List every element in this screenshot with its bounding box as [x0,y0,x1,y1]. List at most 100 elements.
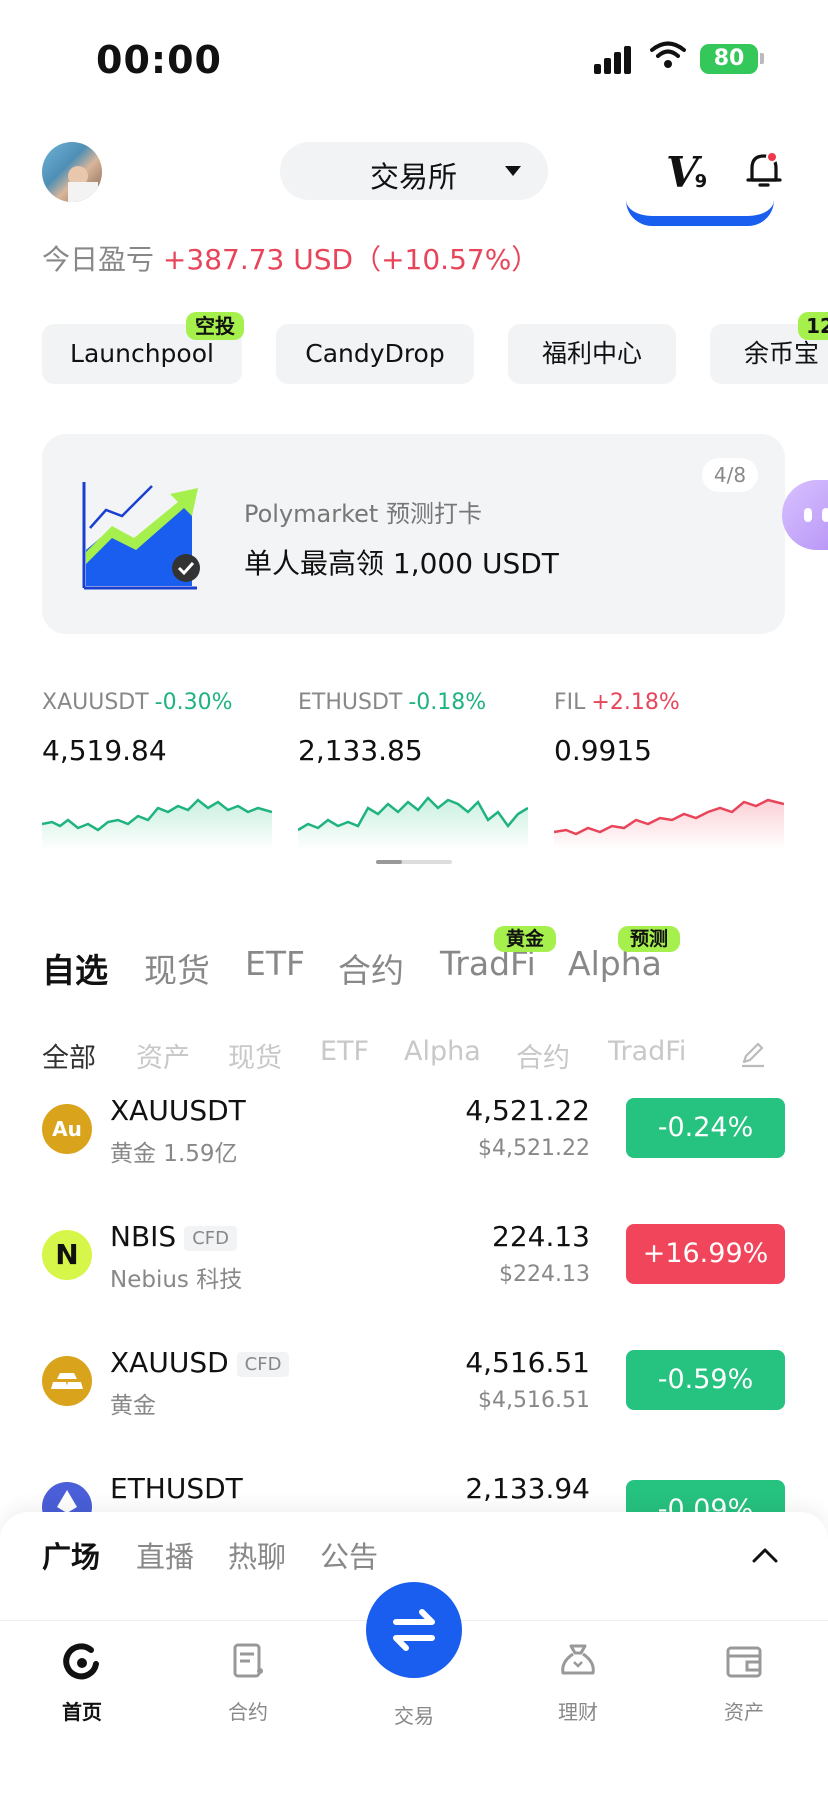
row-change-badge[interactable]: +16.99% [626,1224,785,1284]
ticker-scroll-indicator [376,860,452,864]
exchange-switcher[interactable]: 交易所 [280,142,548,200]
row-symbol-wrap: NBIS CFD [110,1220,237,1253]
quick-link-welfare-center[interactable]: 福利中心 [508,324,676,384]
subtab-all[interactable]: 全部 [42,1036,96,1075]
nav-label: 合约 [228,1700,268,1724]
blue-accent-arc [626,200,774,226]
sheet-tab-chat[interactable]: 热聊 [228,1534,286,1576]
vip-level: 9 [694,171,708,192]
tab-favorites[interactable]: 自选 [42,944,108,992]
row-price-usd: $4,521.22 [478,1136,590,1161]
table-row[interactable]: ETHUSDT 2,133.94 -0.09% [0,1468,828,1512]
quick-link-badge: 12 [798,312,828,340]
banner-title: Polymarket 预测打卡 [244,500,482,528]
sheet-tab-square[interactable]: 广场 [42,1534,100,1576]
subtab-holdings[interactable]: 资产 [136,1036,190,1075]
subtab-spot[interactable]: 现货 [228,1036,282,1075]
row-change-badge[interactable]: -0.59% [626,1350,785,1410]
battery-tip [760,53,764,64]
money-bag-icon [561,1644,595,1675]
quick-link-badge: 空投 [186,312,244,340]
quick-link-label: Launchpool [70,339,214,368]
nav-futures[interactable]: 合约 [198,1640,298,1725]
row-symbol-wrap: XAUUSD CFD [110,1346,290,1379]
wallet-icon [726,1646,762,1678]
row-price: 4,516.51 [465,1346,590,1379]
edit-icon[interactable] [738,1040,766,1068]
table-row[interactable]: N NBIS CFD Nebius 科技 224.13 $224.13 +16.9… [0,1216,828,1326]
ticker-price: 2,133.85 [298,734,423,767]
sparkline [42,798,272,850]
ticker-price: 4,519.84 [42,734,167,767]
gold-coin-icon: Au [42,1104,92,1154]
subtab-tradfi[interactable]: TradFi [608,1036,686,1067]
promo-banner[interactable]: 4/8 Polymarket 预测打卡 单人最高领 1,000 USDT [42,434,785,634]
cellular-signal-icon [594,44,634,74]
quick-link-label: 福利中心 [541,339,642,368]
subtab-alpha[interactable]: Alpha [404,1036,481,1067]
nav-home[interactable]: 首页 [32,1640,132,1725]
nebius-icon: N [42,1230,92,1280]
trade-button[interactable] [366,1582,462,1678]
ticker-symbol: XAUUSDT [42,690,149,715]
notification-dot [766,151,778,163]
gold-bar-icon [42,1356,92,1406]
banner-page-indicator: 4/8 [702,458,758,492]
sheet-tab-announcements[interactable]: 公告 [320,1534,378,1576]
tab-badge: 预测 [618,926,680,952]
table-row[interactable]: XAUUSD CFD 黄金 4,516.51 $4,516.51 -0.59% [0,1342,828,1452]
row-symbol: ETHUSDT [110,1472,243,1505]
tab-futures[interactable]: 合约 [338,944,404,992]
row-name: 黄金 [110,1393,156,1419]
subtab-futures[interactable]: 合约 [516,1036,570,1075]
nav-label: 资产 [724,1700,764,1724]
chevron-up-icon[interactable] [752,1542,778,1568]
nav-earn[interactable]: 理财 [528,1640,628,1725]
ticker-change: -0.18% [408,690,487,715]
tab-etf[interactable]: ETF [245,944,305,983]
quick-link-label: 余币宝 [744,339,820,368]
ticker-card[interactable]: ETHUSDT -0.18% 2,133.85 [298,690,534,850]
row-tag: CFD [236,1351,290,1377]
swap-arrows-icon [393,1609,435,1651]
row-price: 224.13 [492,1220,590,1253]
row-price-usd: $4,516.51 [478,1388,590,1413]
banner-subtitle: 单人最高领 1,000 USDT [244,547,559,580]
quick-link-candydrop[interactable]: CandyDrop [276,324,474,384]
ticker-card[interactable]: XAUUSDT -0.30% 4,519.84 [42,690,278,850]
assistant-float-icon[interactable] [782,480,828,550]
daily-pnl[interactable]: 今日盈亏 +387.73 USD（+10.57%） [42,238,539,278]
row-name: Nebius 科技 [110,1267,243,1293]
row-symbol: NBIS [110,1220,177,1253]
ticker-symbol: FIL [554,690,586,715]
battery-indicator: 80 [700,44,758,74]
sparkline [554,798,784,850]
nav-assets[interactable]: 资产 [694,1640,794,1725]
home-icon [63,1643,99,1680]
ticker-symbol: ETHUSDT [298,690,403,715]
tab-spot[interactable]: 现货 [144,944,210,992]
ethereum-icon [42,1482,92,1512]
ticker-price: 0.9915 [554,734,652,767]
pnl-value: +387.73 USD（+10.57%） [162,243,540,276]
row-symbol-wrap: XAUUSDT [110,1094,246,1127]
table-row[interactable]: Au XAUUSDT 黄金 1.59亿 4,521.22 $4,521.22 -… [0,1090,828,1200]
row-name: 黄金 1.59亿 [110,1141,238,1167]
sheet-tab-live[interactable]: 直播 [136,1534,194,1576]
row-change-badge[interactable]: -0.09% [626,1480,785,1512]
avatar[interactable] [42,142,102,202]
contract-icon [233,1643,263,1678]
ticker-card[interactable]: FIL +2.18% 0.9915 [554,690,790,850]
nav-label: 理财 [558,1700,598,1724]
nav-label-trade: 交易 [394,1704,434,1728]
row-price: 4,521.22 [465,1094,590,1127]
status-time: 00:00 [96,38,222,82]
row-symbol: XAUUSD [110,1346,229,1379]
row-change-badge[interactable]: -0.24% [626,1098,785,1158]
caret-down-icon [505,166,521,176]
vip-badge[interactable]: V9 [666,148,707,197]
subtab-etf[interactable]: ETF [320,1036,369,1067]
row-price-usd: $224.13 [499,1262,590,1287]
nav-label: 首页 [62,1700,102,1724]
quick-link-label: CandyDrop [305,339,445,368]
